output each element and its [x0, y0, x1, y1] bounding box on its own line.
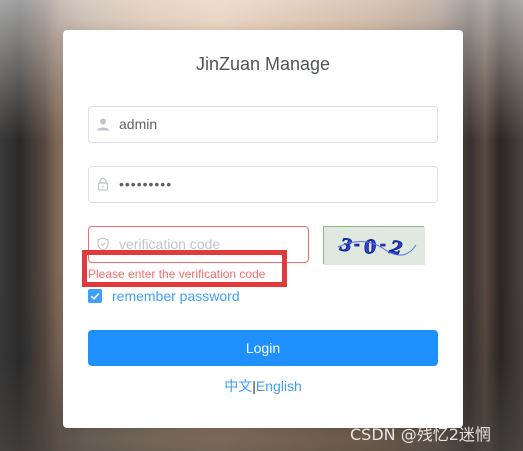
user-icon: [97, 118, 109, 131]
checkbox-checked-icon: [88, 289, 102, 303]
password-field[interactable]: •••••••••: [88, 166, 438, 203]
page-title: JinZuan Manage: [195, 54, 331, 74]
svg-text:-: -: [380, 237, 386, 253]
password-value: •••••••••: [119, 176, 173, 192]
remember-password-label: remember password: [112, 288, 240, 304]
language-chinese-link[interactable]: 中文: [224, 378, 252, 394]
language-english-link[interactable]: English: [256, 378, 302, 394]
username-value: admin: [119, 116, 158, 132]
shield-icon: [97, 237, 109, 251]
login-button[interactable]: Login: [88, 330, 438, 366]
captcha-image[interactable]: 3 - 0 - 2: [323, 226, 425, 265]
captcha-graphic: 3 - 0 - 2: [324, 227, 425, 265]
lock-icon: [97, 177, 109, 191]
username-field[interactable]: admin: [88, 106, 438, 143]
svg-text:-: -: [354, 237, 360, 253]
language-switcher: 中文|English: [63, 376, 463, 396]
highlight-annotation-box: [82, 250, 287, 287]
login-card: JinZuan Manage admin ••••••••• verificat…: [63, 30, 463, 428]
watermark: CSDN @残忆2迷惘: [350, 425, 491, 444]
